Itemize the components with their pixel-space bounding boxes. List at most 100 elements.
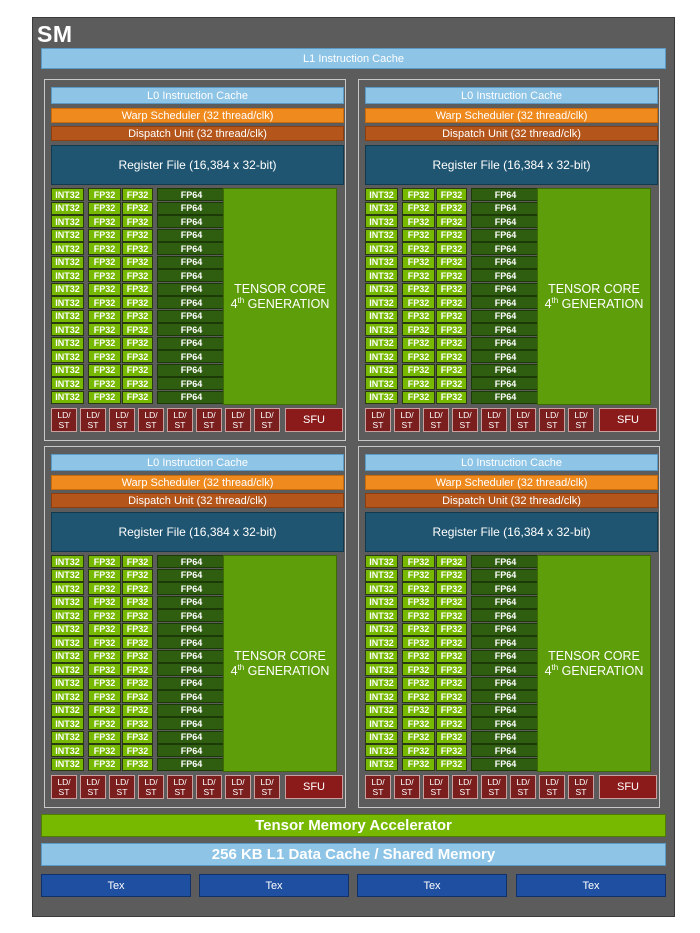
fp32-unit: FP32	[122, 757, 153, 771]
int32-unit: INT32	[51, 390, 84, 404]
ldst-unit: LD/ST	[225, 408, 251, 432]
fp64-unit: FP64	[157, 555, 226, 568]
ldst-label-bottom: ST	[116, 420, 128, 430]
fp64-unit: FP64	[471, 703, 540, 717]
core-row: INT32 FP32 FP32 FP64	[365, 717, 543, 730]
int32-unit: INT32	[51, 188, 84, 201]
int32-unit: INT32	[365, 269, 398, 282]
ldst-label-top: LD/	[202, 777, 216, 787]
int32-unit: INT32	[51, 336, 84, 350]
fp32-unit: FP32	[88, 188, 121, 201]
fp32-unit: FP32	[122, 649, 153, 663]
ldst-unit: LD/ST	[254, 775, 280, 799]
fp64-unit: FP64	[471, 555, 540, 568]
generation-word: GENERATION	[558, 663, 644, 678]
int32-unit: INT32	[365, 595, 398, 609]
core-row: INT32 FP32 FP32 FP64	[51, 690, 229, 703]
fp32-unit: FP32	[122, 282, 153, 296]
int32-unit: INT32	[51, 282, 84, 296]
int32-unit: INT32	[365, 350, 398, 363]
int32-unit: INT32	[51, 582, 84, 595]
fp32-unit: FP32	[402, 636, 435, 649]
fp32-unit: FP32	[402, 363, 435, 377]
fp32-unit: FP32	[122, 363, 153, 377]
core-row: INT32 FP32 FP32 FP64	[365, 568, 543, 582]
tensor-core-generation: 4th GENERATION	[545, 663, 644, 679]
core-row: INT32 FP32 FP32 FP64	[51, 323, 229, 336]
fp32-unit: FP32	[122, 336, 153, 350]
ldst-unit: LD/ST	[109, 775, 135, 799]
fp64-unit: FP64	[157, 757, 226, 771]
fp64-unit: FP64	[157, 201, 226, 215]
fp32-unit: FP32	[88, 282, 121, 296]
tensor-core: TENSOR CORE 4th GENERATION	[223, 188, 337, 405]
fp32-unit: FP32	[436, 649, 467, 663]
fp32-unit: FP32	[122, 215, 153, 228]
core-row: INT32 FP32 FP32 FP64	[51, 363, 229, 377]
core-row: INT32 FP32 FP32 FP64	[365, 676, 543, 690]
fp32-unit: FP32	[88, 296, 121, 309]
fp64-unit: FP64	[471, 663, 540, 676]
fp64-unit: FP64	[471, 363, 540, 377]
fp32-unit: FP32	[88, 201, 121, 215]
fp32-unit: FP32	[436, 663, 467, 676]
ldst-label-bottom: ST	[517, 420, 529, 430]
int32-unit: INT32	[365, 242, 398, 255]
fp32-unit: FP32	[436, 377, 467, 390]
fp64-unit: FP64	[471, 744, 540, 757]
int32-unit: INT32	[51, 676, 84, 690]
ldst-label-top: LD/	[487, 410, 501, 420]
core-row: INT32 FP32 FP32 FP64	[365, 201, 543, 215]
generation-number: 4	[230, 663, 238, 678]
ldst-label-bottom: ST	[517, 787, 529, 797]
int32-unit: INT32	[365, 690, 398, 703]
fp64-unit: FP64	[471, 188, 540, 201]
core-row: INT32 FP32 FP32 FP64	[365, 730, 543, 744]
core-row: INT32 FP32 FP32 FP64	[365, 242, 543, 255]
tensor-core-generation: 4th GENERATION	[230, 663, 330, 679]
register-file: Register File (16,384 x 32-bit)	[51, 512, 344, 552]
core-row: INT32 FP32 FP32 FP64	[365, 296, 543, 309]
fp32-unit: FP32	[122, 323, 153, 336]
int32-unit: INT32	[51, 296, 84, 309]
fp32-unit: FP32	[436, 730, 467, 744]
core-row: INT32 FP32 FP32 FP64	[365, 609, 543, 622]
fp32-unit: FP32	[88, 663, 121, 676]
ldst-unit: LD/ST	[423, 408, 449, 432]
int32-unit: INT32	[365, 377, 398, 390]
ldst-label-top: LD/	[57, 777, 71, 787]
ldst-label-top: LD/	[574, 777, 588, 787]
fp32-unit: FP32	[122, 730, 153, 744]
fp64-unit: FP64	[471, 609, 540, 622]
sfu-unit: SFU	[599, 775, 657, 799]
fp32-unit: FP32	[402, 309, 435, 323]
fp64-unit: FP64	[157, 363, 226, 377]
core-row: INT32 FP32 FP32 FP64	[51, 703, 229, 717]
tex-unit-3: Tex	[357, 874, 507, 897]
fp32-unit: FP32	[436, 555, 467, 568]
fp32-unit: FP32	[88, 323, 121, 336]
ldst-label-top: LD/	[574, 410, 588, 420]
ldst-label-top: LD/	[260, 777, 274, 787]
ldst-label-bottom: ST	[58, 787, 70, 797]
int32-unit: INT32	[51, 663, 84, 676]
core-row: INT32 FP32 FP32 FP64	[51, 255, 229, 269]
fp32-unit: FP32	[88, 730, 121, 744]
processing-block-1: L0 Instruction Cache Warp Scheduler (32 t…	[44, 79, 346, 441]
int32-unit: INT32	[51, 350, 84, 363]
ldst-unit: LD/ST	[167, 775, 193, 799]
fp32-unit: FP32	[88, 676, 121, 690]
fp32-unit: FP32	[122, 595, 153, 609]
ldst-label-bottom: ST	[261, 420, 273, 430]
ldst-label-bottom: ST	[232, 420, 244, 430]
ldst-label-top: LD/	[260, 410, 274, 420]
ldst-label-bottom: ST	[546, 787, 558, 797]
fp32-unit: FP32	[436, 717, 467, 730]
fp32-unit: FP32	[122, 377, 153, 390]
core-row: INT32 FP32 FP32 FP64	[51, 663, 229, 676]
sm-title: SM	[37, 21, 73, 47]
dispatch-unit: Dispatch Unit (32 thread/clk)	[365, 126, 658, 141]
int32-unit: INT32	[365, 649, 398, 663]
int32-unit: INT32	[51, 201, 84, 215]
fp64-unit: FP64	[157, 336, 226, 350]
